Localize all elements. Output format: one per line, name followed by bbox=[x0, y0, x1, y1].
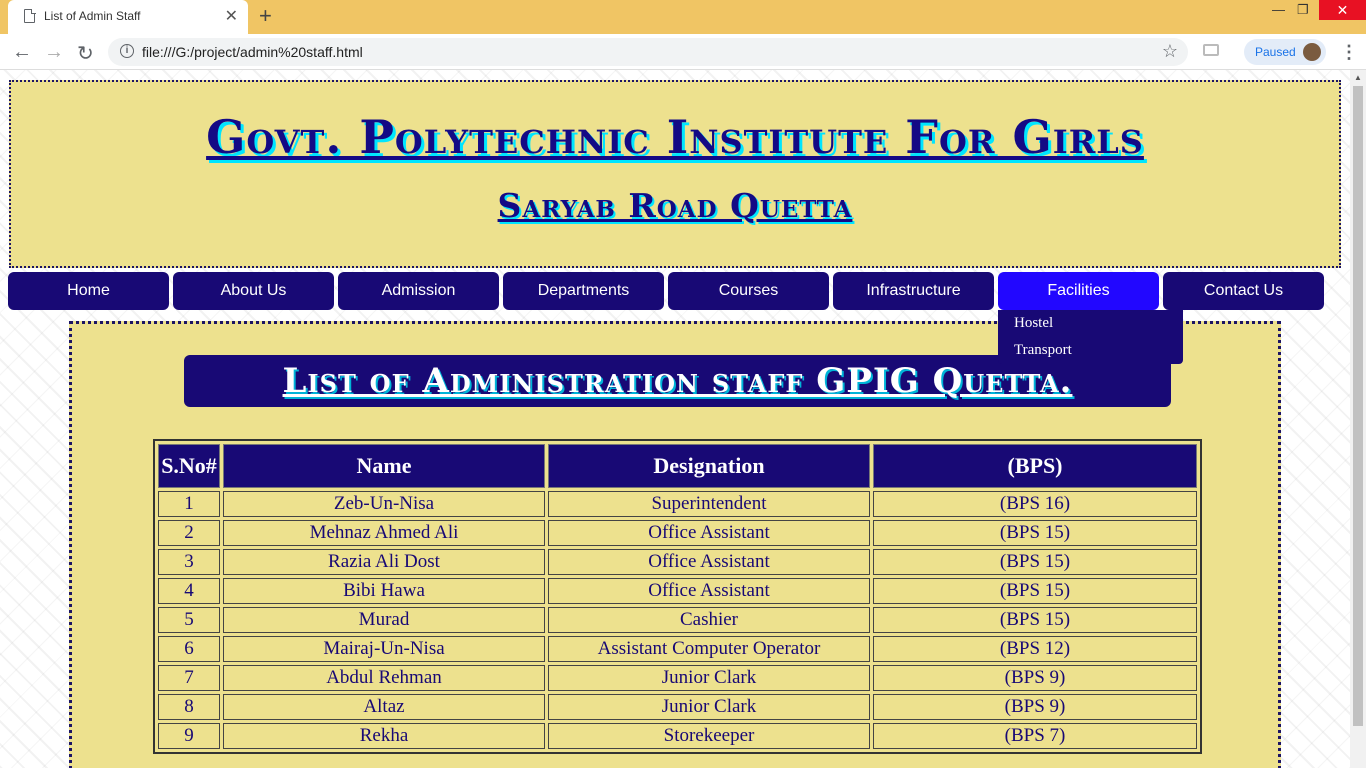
cell-designation: Office Assistant bbox=[548, 520, 870, 546]
vertical-scrollbar[interactable]: ▲ bbox=[1350, 70, 1366, 768]
site-title: Govt. Polytechnic Institute For Girls bbox=[206, 110, 1144, 164]
cell-designation: Assistant Computer Operator bbox=[548, 636, 870, 662]
cell-bps: (BPS 9) bbox=[873, 694, 1197, 720]
minimize-icon[interactable]: — bbox=[1272, 2, 1285, 17]
cell-sno: 4 bbox=[158, 578, 220, 604]
cell-bps: (BPS 12) bbox=[873, 636, 1197, 662]
cell-bps: (BPS 15) bbox=[873, 607, 1197, 633]
cell-designation: Superintendent bbox=[548, 491, 870, 517]
tab-title: List of Admin Staff bbox=[44, 9, 141, 23]
cell-bps: (BPS 15) bbox=[873, 578, 1197, 604]
col-header-designation: Designation bbox=[548, 444, 870, 488]
cell-bps: (BPS 7) bbox=[873, 723, 1197, 749]
scroll-up-icon[interactable]: ▲ bbox=[1354, 73, 1362, 82]
browser-toolbar: ← → ↻ i file:///G:/project/admin%20staff… bbox=[0, 34, 1366, 70]
cell-sno: 1 bbox=[158, 491, 220, 517]
cell-designation: Junior Clark bbox=[548, 665, 870, 691]
nav-facilities[interactable]: Facilities bbox=[998, 272, 1159, 310]
star-icon[interactable]: ☆ bbox=[1162, 41, 1178, 62]
browser-tab[interactable]: List of Admin Staff ✕ bbox=[8, 0, 248, 34]
forward-arrow-icon[interactable]: → bbox=[44, 41, 64, 64]
cell-designation: Junior Clark bbox=[548, 694, 870, 720]
cell-name: Razia Ali Dost bbox=[223, 549, 545, 575]
table-row: 8 Altaz Junior Clark (BPS 9) bbox=[158, 694, 1197, 720]
col-header-name: Name bbox=[223, 444, 545, 488]
profile-status: Paused bbox=[1255, 45, 1296, 59]
table-row: 1 Zeb-Un-Nisa Superintendent (BPS 16) bbox=[158, 491, 1197, 517]
cell-name: Mairaj-Un-Nisa bbox=[223, 636, 545, 662]
table-row: 6 Mairaj-Un-Nisa Assistant Computer Operat… bbox=[158, 636, 1197, 662]
menu-dots-icon[interactable]: ⋮ bbox=[1340, 42, 1358, 63]
table-row: 2 Mehnaz Ahmed Ali Office Assistant (BPS 15… bbox=[158, 520, 1197, 546]
table-row: 4 Bibi Hawa Office Assistant (BPS 15) bbox=[158, 578, 1197, 604]
cell-designation: Office Assistant bbox=[548, 578, 870, 604]
cell-bps: (BPS 16) bbox=[873, 491, 1197, 517]
content-panel: List of Administration staff GPIG Quetta… bbox=[69, 321, 1281, 768]
table-header-row: S.No# Name Designation (BPS) bbox=[158, 444, 1197, 488]
page-viewport: Govt. Polytechnic Institute For Girls Sa… bbox=[0, 70, 1350, 768]
maximize-icon[interactable]: ❐ bbox=[1297, 2, 1309, 18]
camera-icon[interactable] bbox=[1203, 44, 1219, 56]
table-row: 5 Murad Cashier (BPS 15) bbox=[158, 607, 1197, 633]
cell-name: Altaz bbox=[223, 694, 545, 720]
profile-button[interactable]: Paused bbox=[1244, 39, 1326, 65]
table-row: 9 Rekha Storekeeper (BPS 7) bbox=[158, 723, 1197, 749]
url-text[interactable]: file:///G:/project/admin%20staff.html bbox=[142, 44, 363, 60]
scroll-thumb[interactable] bbox=[1353, 86, 1363, 726]
facilities-dropdown: Hostel Transport bbox=[998, 310, 1183, 364]
cell-sno: 2 bbox=[158, 520, 220, 546]
cell-designation: Cashier bbox=[548, 607, 870, 633]
cell-designation: Office Assistant bbox=[548, 549, 870, 575]
address-bar[interactable]: i file:///G:/project/admin%20staff.html … bbox=[108, 38, 1188, 66]
nav-courses[interactable]: Courses bbox=[668, 272, 829, 310]
table-body: 1 Zeb-Un-Nisa Superintendent (BPS 16) 2 Mehna… bbox=[158, 491, 1197, 749]
reload-icon[interactable]: ↻ bbox=[77, 41, 94, 66]
nav-contact-us[interactable]: Contact Us bbox=[1163, 272, 1324, 310]
tab-strip: List of Admin Staff ✕ + — ❐ ✕ bbox=[0, 0, 1366, 34]
cell-bps: (BPS 9) bbox=[873, 665, 1197, 691]
table-row: 3 Razia Ali Dost Office Assistant (BPS 15) bbox=[158, 549, 1197, 575]
cell-name: Abdul Rehman bbox=[223, 665, 545, 691]
cell-sno: 6 bbox=[158, 636, 220, 662]
nav-infrastructure[interactable]: Infrastructure bbox=[833, 272, 994, 310]
tab-close-icon[interactable]: ✕ bbox=[225, 6, 238, 26]
cell-bps: (BPS 15) bbox=[873, 520, 1197, 546]
nav-departments[interactable]: Departments bbox=[503, 272, 664, 310]
cell-sno: 3 bbox=[158, 549, 220, 575]
dropdown-item-transport[interactable]: Transport bbox=[1014, 342, 1072, 359]
cell-name: Zeb-Un-Nisa bbox=[223, 491, 545, 517]
cell-name: Bibi Hawa bbox=[223, 578, 545, 604]
cell-bps: (BPS 15) bbox=[873, 549, 1197, 575]
new-tab-icon[interactable]: + bbox=[259, 3, 272, 29]
site-subtitle: Saryab Road Quetta bbox=[497, 186, 853, 225]
cell-name: Rekha bbox=[223, 723, 545, 749]
nav-home[interactable]: Home bbox=[8, 272, 169, 310]
cell-name: Murad bbox=[223, 607, 545, 633]
window-close-icon[interactable]: ✕ bbox=[1319, 0, 1366, 20]
cell-sno: 8 bbox=[158, 694, 220, 720]
page-icon bbox=[24, 8, 36, 23]
col-header-bps: (BPS) bbox=[873, 444, 1197, 488]
col-header-sno: S.No# bbox=[158, 444, 220, 488]
cell-sno: 5 bbox=[158, 607, 220, 633]
site-header: Govt. Polytechnic Institute For Girls Sa… bbox=[9, 80, 1341, 268]
profile-avatar bbox=[1303, 43, 1321, 61]
cell-name: Mehnaz Ahmed Ali bbox=[223, 520, 545, 546]
dropdown-item-hostel[interactable]: Hostel bbox=[1014, 315, 1053, 332]
cell-sno: 9 bbox=[158, 723, 220, 749]
back-arrow-icon[interactable]: ← bbox=[12, 41, 32, 64]
nav-admission[interactable]: Admission bbox=[338, 272, 499, 310]
info-icon[interactable]: i bbox=[120, 44, 134, 58]
cell-designation: Storekeeper bbox=[548, 723, 870, 749]
table-row: 7 Abdul Rehman Junior Clark (BPS 9) bbox=[158, 665, 1197, 691]
cell-sno: 7 bbox=[158, 665, 220, 691]
staff-table: S.No# Name Designation (BPS) 1 Zeb-Un-Nis… bbox=[153, 439, 1202, 754]
nav-about-us[interactable]: About Us bbox=[173, 272, 334, 310]
